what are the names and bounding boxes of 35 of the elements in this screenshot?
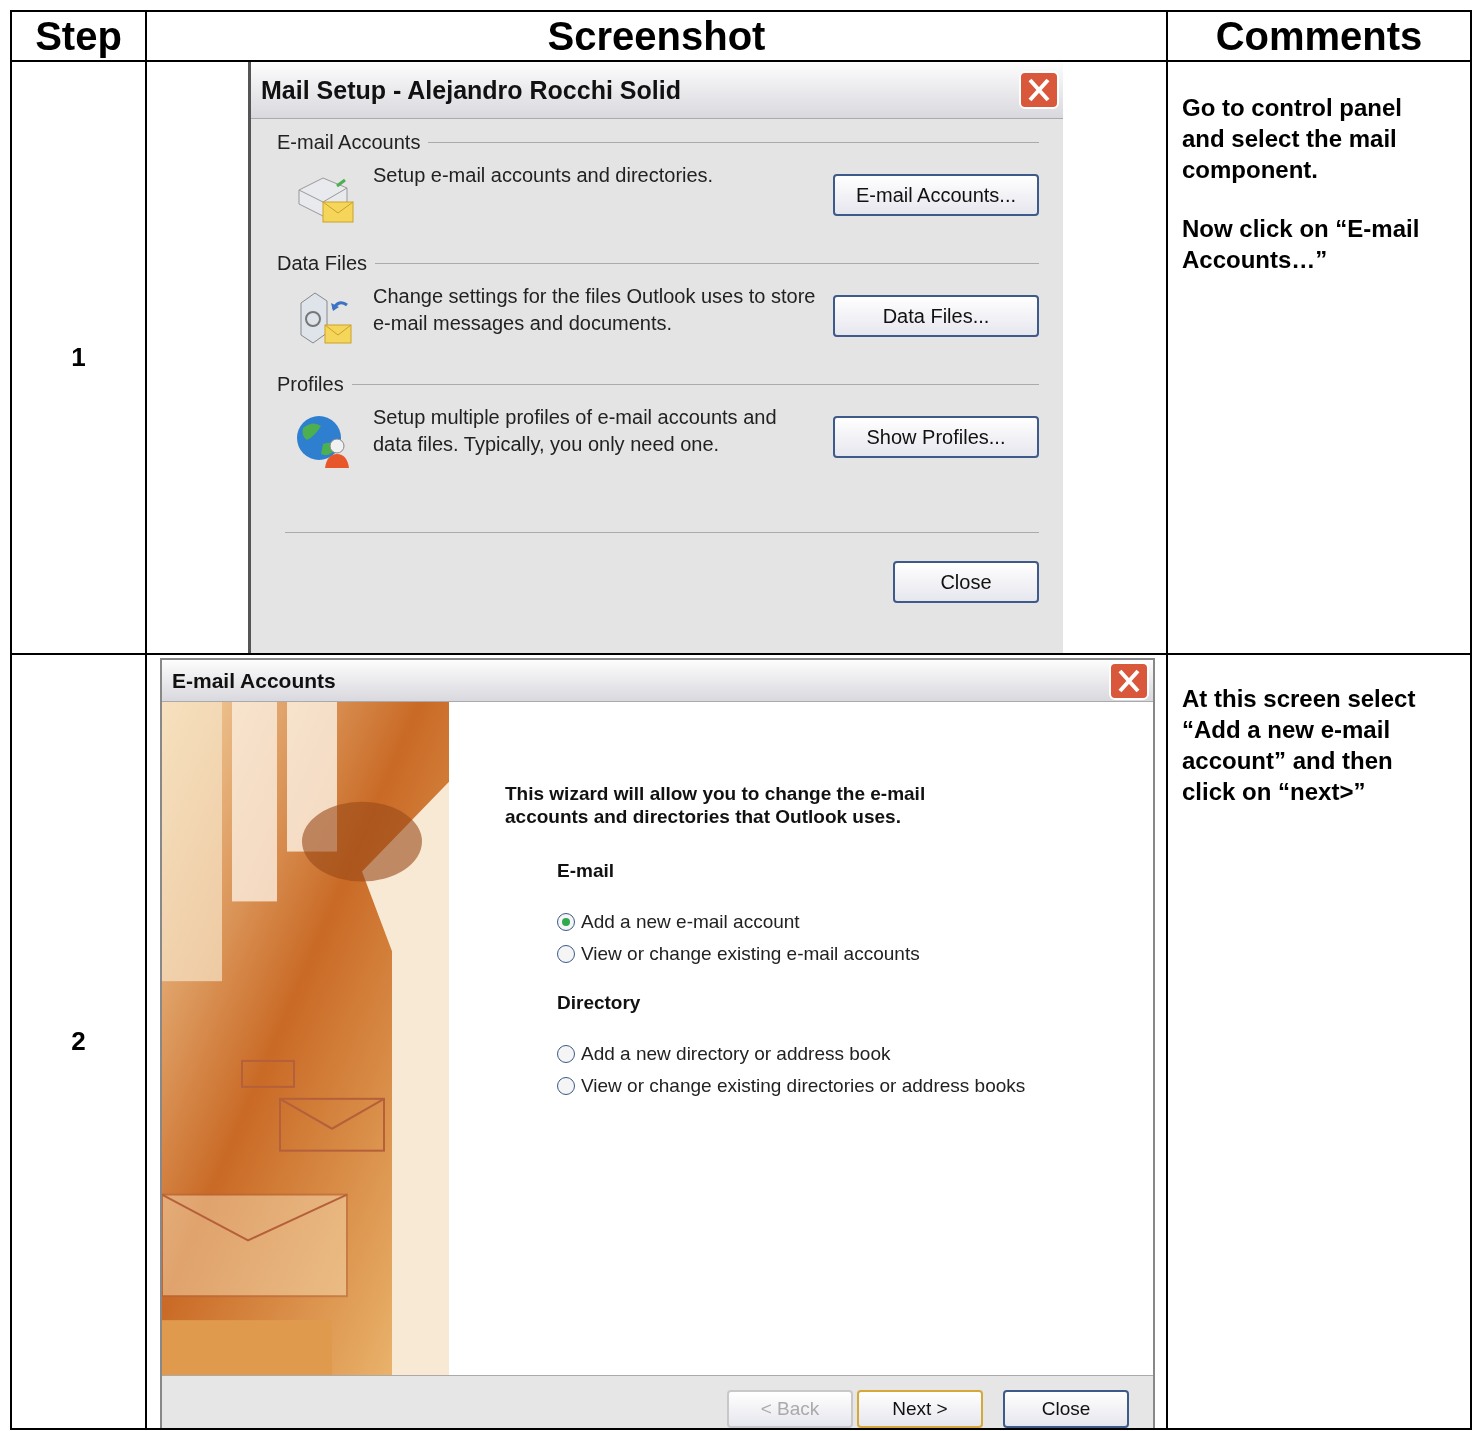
radio-button[interactable] (557, 1045, 575, 1063)
section-description: Change settings for the files Outlook uses to store e-mail messages and documents. (373, 284, 817, 336)
section-button[interactable]: E-mail Accounts... (833, 174, 1039, 216)
close-icon[interactable] (1019, 71, 1059, 109)
radio-option[interactable]: View or change existing e-mail accounts (557, 938, 1153, 970)
window-title: E-mail Accounts (172, 668, 336, 693)
section-description: Setup e-mail accounts and directories. (373, 163, 715, 188)
section-button[interactable]: Data Files... (833, 295, 1039, 337)
section-description: Setup multiple profiles of e-mail accounts and data files. Typically, you only need one. (373, 405, 778, 457)
section-heading: Profiles (277, 373, 344, 396)
step-number: 1 (71, 342, 86, 372)
wizard-intro: This wizard will allow you to change the e-mail accounts and directories that Outlook uses. (505, 782, 927, 828)
close-button[interactable]: Close (893, 561, 1039, 603)
radio-button[interactable] (557, 945, 575, 963)
comment-text: At this screen select “Add a new e-mail account” and then click on “next>” (1182, 684, 1417, 807)
close-icon[interactable] (1109, 661, 1149, 700)
radio-option[interactable]: Add a new e-mail account (557, 906, 1153, 938)
group-heading: E-mail (557, 860, 616, 882)
dialog-button[interactable]: Close (1003, 1390, 1129, 1428)
comment-text: Now click on “E-mail Accounts…” (1182, 214, 1421, 275)
comment-text: Go to control panel and select the mail component. (1182, 93, 1403, 185)
section-heading: Data Files (277, 252, 368, 275)
step-number: 2 (71, 1026, 86, 1056)
column-header: Screenshot (146, 11, 1167, 61)
dialog-button[interactable]: Next > (857, 1390, 983, 1428)
radio-button[interactable] (557, 913, 575, 931)
radio-option[interactable]: Add a new directory or address book (557, 1038, 1153, 1070)
group-heading: Directory (557, 992, 642, 1014)
radio-option[interactable]: View or change existing directories or address books (557, 1070, 1153, 1102)
radio-button[interactable] (557, 1077, 575, 1095)
window-title: Mail Setup - Alejandro Rocchi Solid (261, 75, 681, 105)
section-button[interactable]: Show Profiles... (833, 416, 1039, 458)
column-header: Comments (1167, 11, 1471, 61)
column-header: Step (11, 11, 146, 61)
section-heading: E-mail Accounts (277, 131, 421, 154)
